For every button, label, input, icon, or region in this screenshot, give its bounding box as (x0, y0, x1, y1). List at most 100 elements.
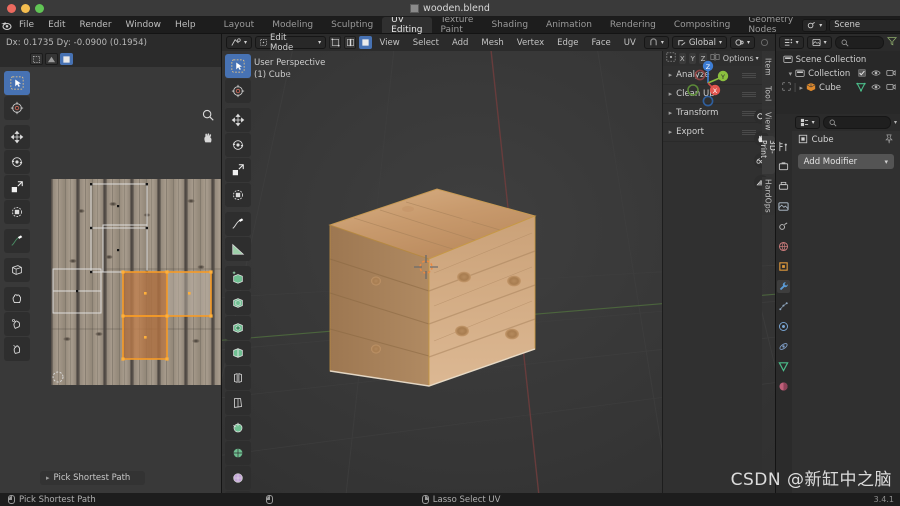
viewport-menu-add[interactable]: Add (447, 38, 473, 48)
outliner-row-scene-collection[interactable]: Scene Collection (776, 53, 900, 67)
uv-tool-annotate[interactable] (4, 229, 30, 253)
properties-tab-view-layer[interactable] (777, 200, 790, 213)
workspace-tab-uv-editing[interactable]: UV Editing (382, 15, 432, 35)
outliner-filter-mode-icon[interactable]: ▾ (806, 36, 832, 49)
restrict-select-icon[interactable] (782, 82, 791, 94)
wooden-cube-object[interactable] (314, 181, 544, 411)
add-modifier-button[interactable]: Add Modifier ▾ (797, 154, 894, 169)
pin-icon[interactable] (884, 133, 894, 147)
eye-icon[interactable] (871, 69, 881, 80)
scene-name-field[interactable]: Scene (829, 18, 900, 32)
properties-tab-particles[interactable] (777, 300, 790, 313)
properties-tab-output[interactable] (777, 180, 790, 193)
viewport-menu-select[interactable]: Select (408, 38, 444, 48)
close-window-button[interactable] (7, 3, 16, 13)
interaction-mode-dropdown[interactable]: Edit Mode ▾ (255, 33, 327, 53)
vp-tool-transform[interactable] (225, 183, 251, 207)
uv-vertex-select-icon[interactable] (30, 53, 43, 65)
properties-options-dropdown[interactable]: ▾ (894, 119, 897, 126)
navigation-gizmo[interactable]: Z Y X (681, 56, 735, 110)
side-tab-tool[interactable]: Tool (761, 82, 775, 106)
editor-type-icon[interactable]: ▾ (226, 36, 253, 49)
viewport-canvas[interactable]: User Perspective (1) Cube Z Y X X Y Z Op… (222, 51, 775, 493)
uv-tool-tweak[interactable] (4, 71, 30, 95)
vp-tool-rip-region[interactable] (225, 491, 251, 493)
workspace-tab-shading[interactable]: Shading (482, 17, 537, 33)
outliner-row-collection[interactable]: ▾ Collection (776, 67, 900, 81)
side-tab-view[interactable]: View (761, 109, 775, 133)
viewport-menu-mesh[interactable]: Mesh (476, 38, 508, 48)
viewport-menu-view[interactable]: View (375, 38, 405, 48)
workspace-tab-sculpting[interactable]: Sculpting (322, 17, 382, 33)
camera-icon[interactable] (886, 68, 896, 80)
outliner-filter-icon[interactable] (886, 36, 898, 49)
panel-grip[interactable] (741, 72, 756, 78)
uv-tool-pinch[interactable] (4, 337, 30, 361)
vp-tool-tweak[interactable] (225, 54, 251, 78)
outliner-row-cube[interactable]: | ▸ Cube (776, 81, 900, 95)
workspace-tab-animation[interactable]: Animation (537, 17, 601, 33)
vp-tool-knife[interactable] (225, 366, 251, 390)
properties-tab-tool[interactable] (777, 140, 790, 153)
proportional-falloff-icon[interactable] (758, 36, 771, 49)
side-tab-3d-print[interactable]: 3D-Print (759, 136, 775, 174)
vp-tool-annotate[interactable] (225, 212, 251, 236)
camera-icon[interactable] (886, 82, 896, 94)
vp-tool-inset-faces[interactable] (225, 291, 251, 315)
properties-tab-constraints[interactable] (777, 340, 790, 353)
uv-tool-grab[interactable] (4, 287, 30, 311)
vp-tool-shrink-fatten[interactable] (225, 466, 251, 490)
workspace-tab-compositing[interactable]: Compositing (665, 17, 739, 33)
minimize-window-button[interactable] (21, 3, 30, 13)
outliner[interactable]: Scene Collection ▾ Collection | ▸ Cube (775, 51, 900, 114)
workspace-tab-layout[interactable]: Layout (215, 17, 264, 33)
snap-magnet-icon[interactable]: ▾ (643, 36, 669, 49)
vp-tool-bevel[interactable] (225, 316, 251, 340)
vp-tool-scale[interactable] (225, 158, 251, 182)
proportional-editing-icon[interactable]: ▾ (729, 36, 755, 49)
properties-tab-object[interactable] (777, 260, 790, 273)
uv-tool-scale[interactable] (4, 175, 30, 199)
side-tab-hardops[interactable]: HardOps (761, 177, 775, 215)
menu-edit[interactable]: Edit (41, 17, 72, 33)
uv-tool-rip-region[interactable] (4, 258, 30, 282)
outliner-display-mode-icon[interactable]: ▾ (778, 36, 804, 49)
window-controls[interactable] (0, 3, 44, 13)
maximize-window-button[interactable] (35, 3, 44, 13)
blender-logo-icon[interactable] (0, 17, 12, 33)
properties-tab-render[interactable] (777, 160, 790, 173)
workspace-tab-modeling[interactable]: Modeling (263, 17, 322, 33)
mesh-data-icon[interactable] (856, 82, 866, 95)
properties-tab-world[interactable] (777, 240, 790, 253)
panel-section-export[interactable]: ▸ Export (662, 123, 762, 142)
outliner-search-input[interactable] (834, 36, 884, 49)
uv-tool-transform[interactable] (4, 200, 30, 224)
vp-tool-poly-build[interactable] (225, 391, 251, 415)
checkbox-icon[interactable] (858, 68, 866, 80)
viewport-menu-vertex[interactable]: Vertex (512, 38, 549, 48)
uv-edge-select-icon[interactable] (45, 53, 58, 65)
properties-tab-data[interactable] (777, 360, 790, 373)
vp-tool-rotate[interactable] (225, 133, 251, 157)
menu-window[interactable]: Window (119, 17, 169, 33)
viewport-menu-edge[interactable]: Edge (552, 38, 583, 48)
workspace-tab-texture-paint[interactable]: Texture Paint (432, 15, 483, 35)
menu-help[interactable]: Help (168, 17, 203, 33)
properties-tab-modifier[interactable] (777, 280, 791, 293)
vertex-select-icon[interactable] (329, 36, 342, 49)
panel-grip[interactable] (741, 91, 756, 97)
vp-tool-loop-cut[interactable] (225, 341, 251, 365)
vp-tool-smooth[interactable] (225, 441, 251, 465)
transform-orientation-dropdown[interactable]: Global ▾ (671, 36, 727, 49)
eye-icon[interactable] (871, 83, 881, 94)
workspace-tab-rendering[interactable]: Rendering (601, 17, 665, 33)
vp-tool-spin[interactable] (225, 416, 251, 440)
properties-editor-type-icon[interactable]: ▾ (794, 116, 820, 129)
zoom-icon[interactable] (200, 107, 215, 122)
uv-tool-cursor[interactable] (4, 96, 30, 120)
vp-tool-move[interactable] (225, 108, 251, 132)
uv-tool-move[interactable] (4, 125, 30, 149)
chevron-down-icon[interactable]: ▾ (789, 70, 793, 78)
scene-browse-icon[interactable]: ▾ (802, 18, 828, 32)
uv-texture-image[interactable] (51, 179, 221, 385)
